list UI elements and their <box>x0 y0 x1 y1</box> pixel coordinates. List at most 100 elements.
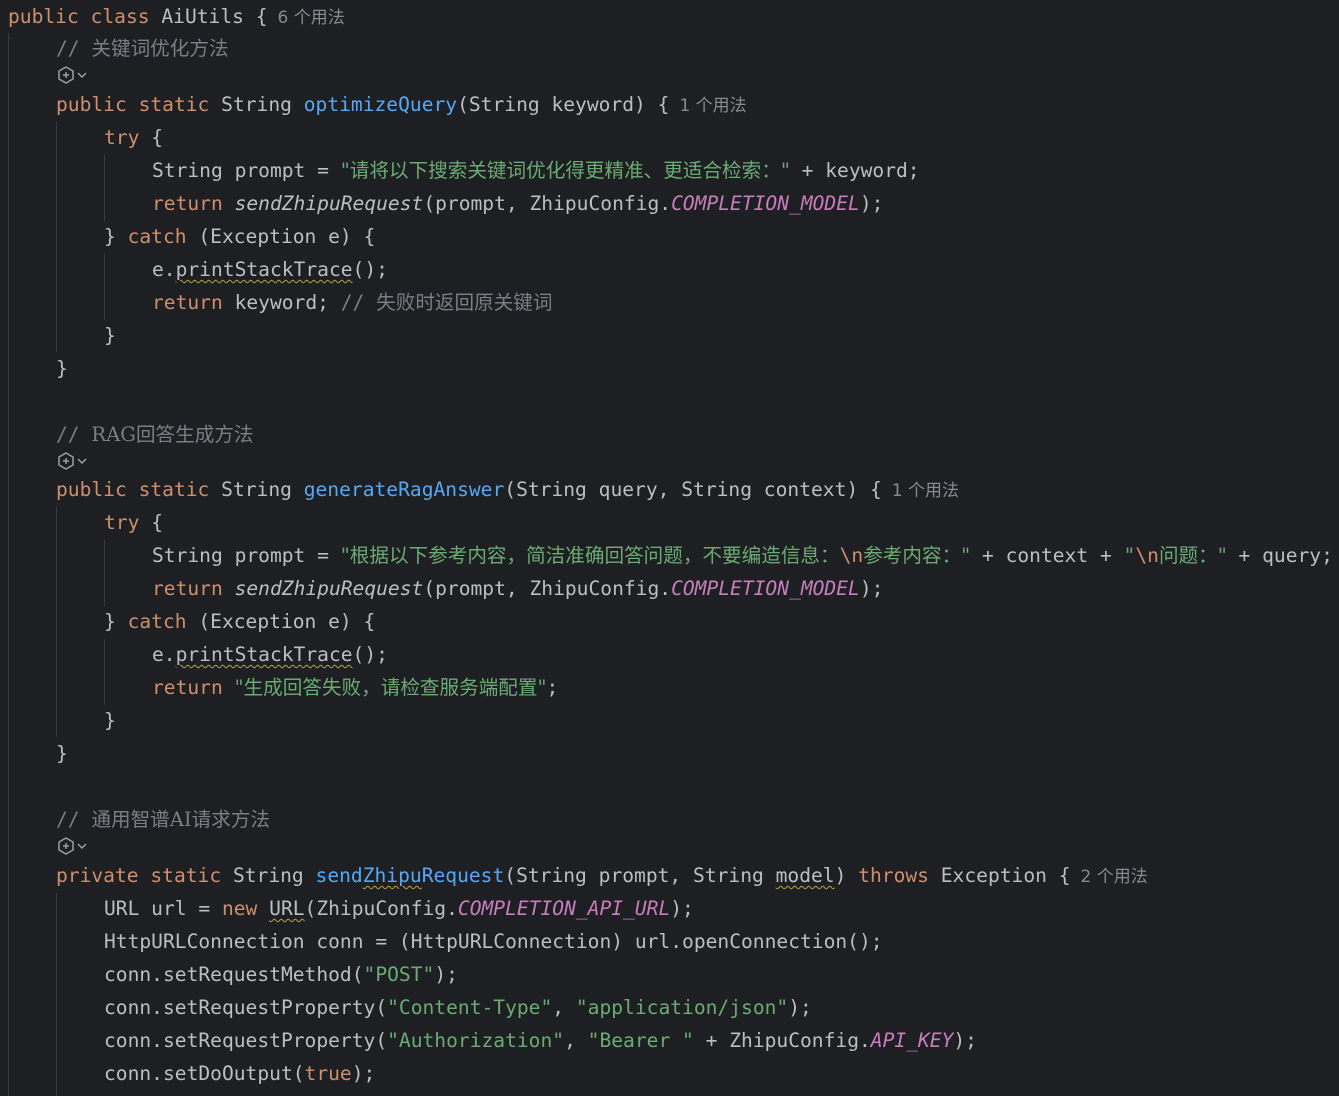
code-text: e. <box>152 258 176 281</box>
code-line-try[interactable]: try { <box>8 121 163 154</box>
code-line-brace[interactable]: } <box>8 737 68 770</box>
code-text: , <box>564 1029 588 1052</box>
code-line-set-method[interactable]: conn.setRequestMethod("POST"); <box>8 958 458 991</box>
code-text: ); <box>670 897 694 920</box>
brace: } <box>56 742 68 765</box>
code-line-brace[interactable]: } <box>8 704 116 737</box>
class-deprecated-warning[interactable]: URL <box>269 897 304 920</box>
keyword-return: return <box>152 192 223 215</box>
code-line-set-header[interactable]: conn.setRequestProperty("Authorization",… <box>8 1024 977 1057</box>
code-line-print-stack[interactable]: e.printStackTrace(); <box>8 638 388 671</box>
code-line-method-signature[interactable]: private static String sendZhipuRequest(S… <box>8 859 1148 892</box>
code-text: HttpURLConnection conn = (HttpURLConnect… <box>104 930 883 953</box>
string-literal: "Bearer " <box>587 1029 694 1052</box>
ai-gutter-action[interactable] <box>56 835 88 857</box>
code-line-set-output[interactable]: conn.setDoOutput(true); <box>8 1057 375 1090</box>
brace: } <box>104 324 116 347</box>
params: (String prompt, String <box>504 864 776 887</box>
usages-hint[interactable]: 6 个用法 <box>278 8 345 28</box>
method-call-warning[interactable]: printStackTrace <box>176 643 353 666</box>
code-line-return[interactable]: return "生成回答失败，请检查服务端配置"; <box>8 671 558 704</box>
code-line-prompt[interactable]: String prompt = "根据以下参考内容，简洁准确回答问题，不要编造信… <box>8 539 1333 572</box>
method-name[interactable]: generateRagAnswer <box>304 478 505 501</box>
escape-sequence: \n <box>839 544 864 567</box>
code-line-connection[interactable]: HttpURLConnection conn = (HttpURLConnect… <box>8 925 883 958</box>
code-line-prompt[interactable]: String prompt = "请将以下搜索关键词优化得更精准、更适合检索："… <box>8 154 920 187</box>
usages-hint[interactable]: 2 个用法 <box>1081 867 1148 887</box>
code-comment[interactable]: // 关键词优化方法 <box>8 32 229 65</box>
code-line-return[interactable]: return keyword; // 失败时返回原关键词 <box>8 286 552 319</box>
code-text: conn.setRequestProperty( <box>104 996 388 1019</box>
keyword-catch: catch <box>127 610 187 633</box>
comment-marker: // <box>56 37 92 60</box>
string-literal: "生成回答失败，请检查服务端配置" <box>234 676 547 699</box>
string-literal: "application/json" <box>575 996 789 1019</box>
method-name-part: send <box>315 864 363 887</box>
code-text: ); <box>859 577 884 600</box>
code-text: conn.setRequestMethod( <box>104 963 364 986</box>
string-literal: "POST" <box>363 963 435 986</box>
keyword-public-class: public class <box>8 5 162 28</box>
code-line-class-declaration[interactable]: public class AiUtils {6 个用法 <box>8 0 345 33</box>
code-line-catch[interactable]: } catch (Exception e) { <box>8 605 375 638</box>
code-text: conn.setDoOutput( <box>104 1062 305 1085</box>
ai-assistant-icon <box>58 837 74 855</box>
code-text: String prompt = <box>152 544 341 567</box>
code-line-try[interactable]: try { <box>8 506 163 539</box>
constant: COMPLETION_MODEL <box>671 577 860 600</box>
param-unused-warning[interactable]: model <box>776 864 835 887</box>
code-line-method-signature[interactable]: public static String generateRagAnswer(S… <box>8 473 959 506</box>
code-line-return[interactable]: return sendZhipuRequest(prompt, ZhipuCon… <box>8 187 883 220</box>
code-line-url[interactable]: URL url = new URL(ZhipuConfig.COMPLETION… <box>8 892 694 925</box>
keyword-true: true <box>304 1062 352 1085</box>
comment-marker: // <box>340 291 377 314</box>
code-line-catch[interactable]: } catch (Exception e) { <box>8 220 375 253</box>
code-text: (prompt, ZhipuConfig. <box>423 192 672 215</box>
brace: { <box>151 126 163 149</box>
code-text: URL url = <box>104 897 222 920</box>
ai-gutter-action[interactable] <box>56 64 88 86</box>
code-line-brace[interactable]: } <box>8 319 116 352</box>
method-name-part: Request <box>421 864 505 887</box>
return-type: String <box>221 478 292 501</box>
keyword-try: try <box>104 511 140 534</box>
constant: COMPLETION_API_URL <box>457 897 671 920</box>
code-text: ); <box>859 192 884 215</box>
modifiers: private static <box>56 864 222 887</box>
code-text: } <box>104 225 128 248</box>
comment-marker: // <box>56 808 92 831</box>
return-type: String <box>232 864 304 887</box>
method-name[interactable]: optimizeQuery <box>304 93 457 116</box>
chevron-down-icon <box>77 72 87 79</box>
method-name-typo: Zhipu <box>362 864 422 887</box>
params: ) <box>834 864 847 887</box>
code-text: conn.setRequestProperty( <box>104 1029 388 1052</box>
usages-hint[interactable]: 1 个用法 <box>892 481 959 501</box>
code-text: (prompt, ZhipuConfig. <box>423 577 672 600</box>
code-text: ); <box>351 1062 376 1085</box>
code-line-return[interactable]: return sendZhipuRequest(prompt, ZhipuCon… <box>8 572 883 605</box>
method-call[interactable]: sendZhipuRequest <box>235 192 424 215</box>
code-comment[interactable]: // 通用智谱AI请求方法 <box>8 803 270 836</box>
ai-gutter-action[interactable] <box>56 450 88 472</box>
code-line-print-stack[interactable]: e.printStackTrace(); <box>8 253 388 286</box>
usages-hint[interactable]: 1 个用法 <box>679 96 746 116</box>
code-text: + ZhipuConfig. <box>693 1029 871 1052</box>
code-line-set-header[interactable]: conn.setRequestProperty("Content-Type", … <box>8 991 812 1024</box>
code-editor[interactable]: public class AiUtils {6 个用法 // 关键词优化方法 p… <box>0 0 1339 1096</box>
method-call-warning[interactable]: printStackTrace <box>176 258 353 281</box>
code-line-method-signature[interactable]: public static String optimizeQuery(Strin… <box>8 88 747 121</box>
string-literal: "Authorization" <box>387 1029 565 1052</box>
method-call[interactable]: sendZhipuRequest <box>235 577 424 600</box>
keyword-return: return <box>152 291 223 314</box>
code-line-brace[interactable]: } <box>8 352 68 385</box>
code-text: (Exception e) { <box>186 225 376 248</box>
code-comment[interactable]: // RAG回答生成方法 <box>8 418 254 451</box>
code-text: String prompt = <box>152 159 341 182</box>
string-literal: 问题：" <box>1158 544 1227 567</box>
comment-text: 通用智谱AI请求方法 <box>91 808 271 831</box>
method-name[interactable]: sendZhipuRequest <box>316 864 505 887</box>
string-literal: "请将以下搜索关键词优化得更精准、更适合检索：" <box>340 159 790 182</box>
code-text: ); <box>953 1029 977 1052</box>
